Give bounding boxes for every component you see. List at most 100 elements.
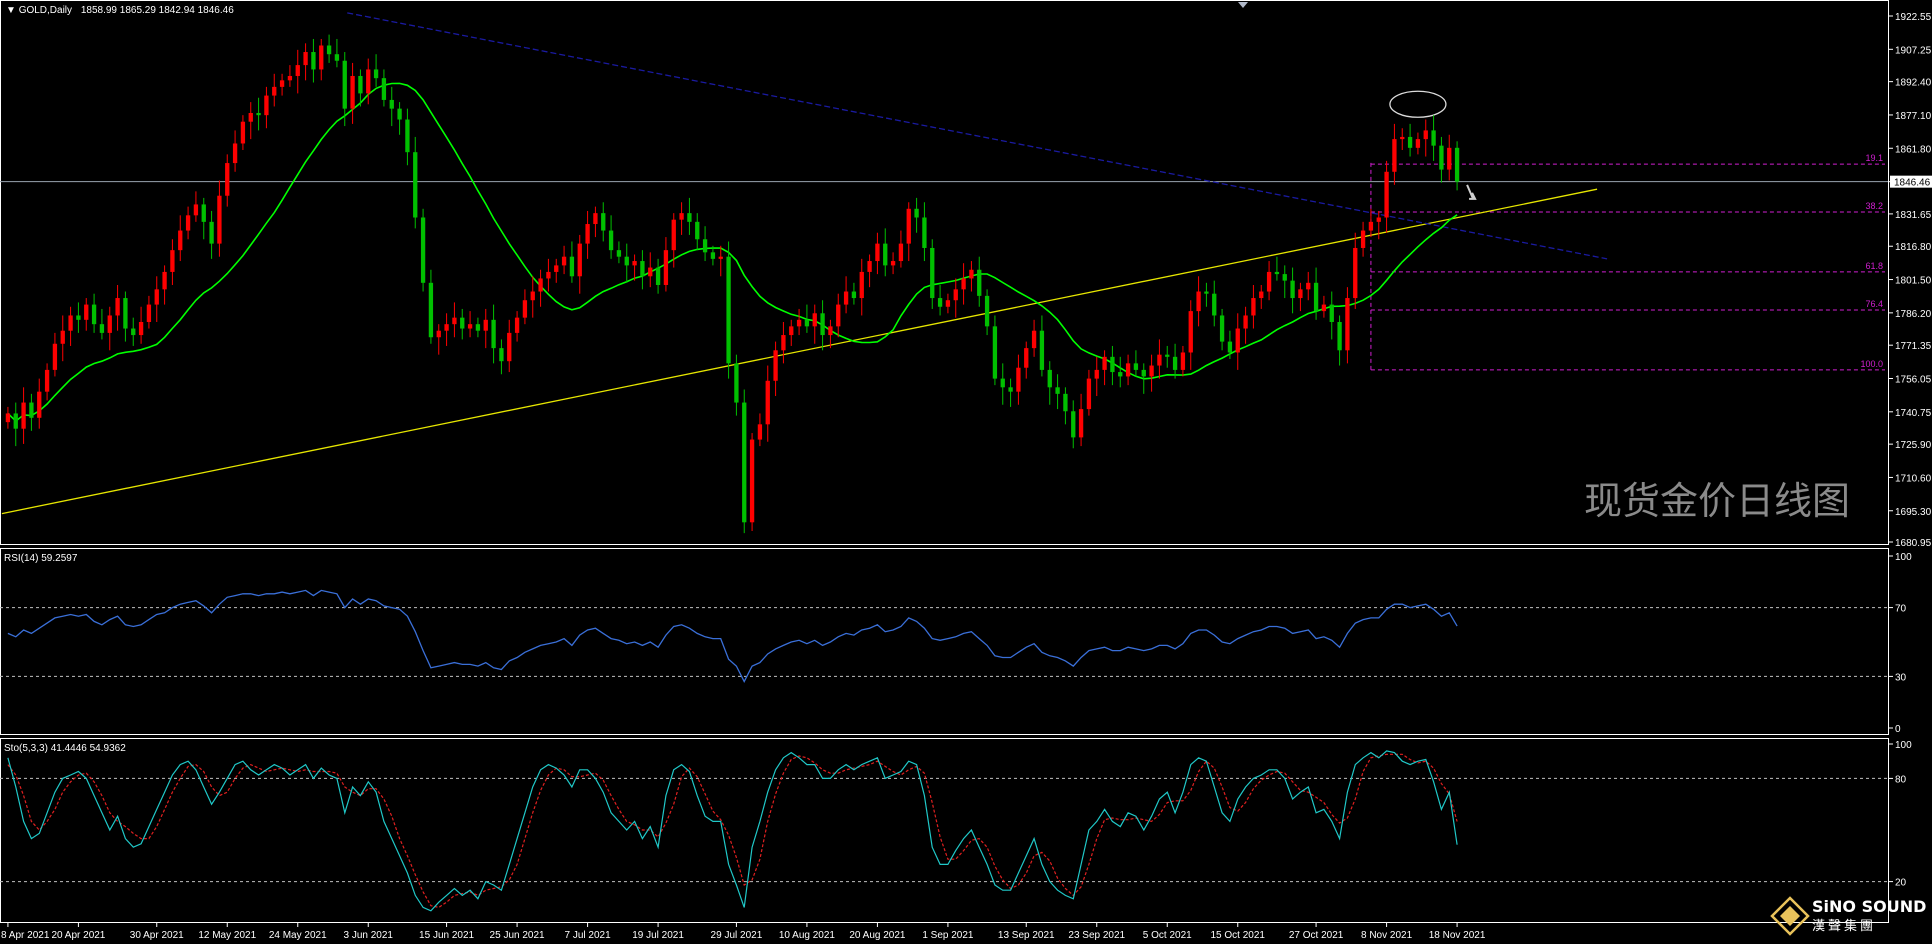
candle-body [1086, 378, 1092, 410]
candle-body [820, 313, 825, 336]
candle-body [992, 326, 998, 379]
fib-level-label: 38.2 [1865, 201, 1883, 211]
rsi-pane[interactable]: 100 70 30 0 RSI(14) 59.2597 [0, 548, 1912, 736]
price-tick-label: 1786.20 [1895, 309, 1932, 320]
candle-body [1047, 369, 1052, 388]
candle-body [1415, 139, 1421, 148]
stochastic-pane[interactable]: 100 80 20 Sto(5,3,3) 41.4446 54.9362 [0, 738, 1912, 923]
candle-body [546, 271, 551, 279]
drawn-lines[interactable] [0, 2, 1888, 515]
candle-body [1313, 282, 1319, 312]
stochastic-lines [0, 750, 1888, 912]
candle-body [742, 402, 747, 523]
candle-body [413, 152, 418, 218]
candle-body [1157, 354, 1162, 366]
candle-body [632, 261, 637, 266]
watermark-title: 现货金价日线图 [1584, 479, 1850, 523]
sto-signal-line [7, 753, 1458, 909]
price-tick-label: 1771.35 [1895, 341, 1932, 352]
candle-body [1439, 145, 1444, 170]
fib-level-label: 76.4 [1865, 299, 1883, 309]
candle-body [1337, 321, 1342, 351]
candle-body [107, 315, 112, 333]
sto-tick-label: 80 [1895, 774, 1907, 785]
candle-body [906, 208, 911, 244]
candle-body [601, 213, 606, 231]
candle-body [726, 256, 731, 364]
candle-body [185, 215, 191, 231]
candle-body [225, 163, 230, 196]
price-tick-label: 1922.55 [1895, 12, 1932, 23]
candle-body [444, 324, 449, 331]
candle-body [1235, 328, 1240, 353]
logo-subtitle: 漢聲集團 [1812, 918, 1876, 934]
date-tick-label: 15 Oct 2021 [1211, 930, 1266, 941]
candle-body [1282, 274, 1287, 281]
candle-body [452, 317, 457, 325]
chart-symbol: GOLD,Daily [19, 5, 72, 16]
candle-body [710, 252, 716, 259]
fib-level-label: 100.0 [1860, 359, 1883, 369]
candle-body [436, 330, 441, 338]
candle-body [702, 239, 708, 253]
candle-body [60, 330, 65, 344]
price-tick-label: 1710.60 [1895, 473, 1932, 484]
candle-body [953, 289, 958, 301]
candle-body [1345, 298, 1350, 351]
candle-body [890, 261, 896, 266]
candle-body [538, 278, 543, 292]
candle-body [749, 439, 755, 523]
candle-body [138, 321, 144, 336]
candle-body [240, 121, 246, 144]
candle-body [624, 256, 629, 266]
candle-body [773, 350, 778, 381]
candle-body [961, 278, 966, 290]
candle-body [930, 247, 935, 299]
candle-body [1227, 341, 1233, 353]
rsi-line [0, 589, 1888, 684]
candle-body [1133, 363, 1139, 370]
candle-body [616, 250, 622, 257]
date-tick-label: 12 May 2021 [198, 930, 256, 941]
candle-body [977, 269, 982, 296]
price-pane[interactable]: 19.1 38.2 61.8 76.4 100.0 1922.55 1907.25 1892… [0, 0, 1932, 550]
candle-body [1165, 354, 1170, 357]
rsi-tick-label: 0 [1895, 724, 1901, 735]
candle-body [914, 208, 919, 218]
candle-body [154, 289, 159, 305]
candle-body [608, 230, 614, 251]
candle-body [1329, 304, 1334, 322]
candle-body [1368, 221, 1374, 231]
candle-body [796, 319, 802, 327]
date-tick-label: 3 Jun 2021 [344, 930, 394, 941]
candle-body [1306, 282, 1311, 290]
moving-average [7, 82, 1458, 423]
date-tick-label: 15 Jun 2021 [419, 930, 474, 941]
candle-body [1376, 217, 1381, 222]
candle-body [1353, 247, 1358, 299]
fibonacci-retracement[interactable]: 19.1 38.2 61.8 76.4 100.0 [1370, 153, 1885, 371]
candle-body [170, 250, 175, 272]
candle-body [84, 304, 89, 320]
candle-body [21, 402, 26, 429]
candle-body [1266, 271, 1272, 292]
candle-body [687, 213, 692, 222]
candle-body [397, 108, 402, 120]
logo-diamond-icon [1770, 896, 1810, 936]
candle-body [37, 391, 42, 418]
candle-body [875, 243, 880, 262]
candle-body [585, 224, 590, 244]
candle-body [663, 250, 669, 285]
candle-body [13, 413, 18, 429]
candle-body [256, 112, 261, 116]
price-tick-label: 1892.40 [1895, 78, 1932, 89]
candle-body [937, 298, 943, 307]
trading-chart: 19.1 38.2 61.8 76.4 100.0 1922.55 1907.25 1892… [0, 0, 1932, 941]
candle-body [1172, 356, 1178, 370]
candle-body [428, 282, 434, 338]
candle-body [1243, 315, 1248, 329]
price-tick-label: 1740.75 [1895, 408, 1932, 419]
candle-body [232, 143, 238, 164]
logo-name: SiNO SOUND [1812, 897, 1926, 916]
chart-menu-triangle-icon[interactable]: ▼ [6, 5, 19, 16]
